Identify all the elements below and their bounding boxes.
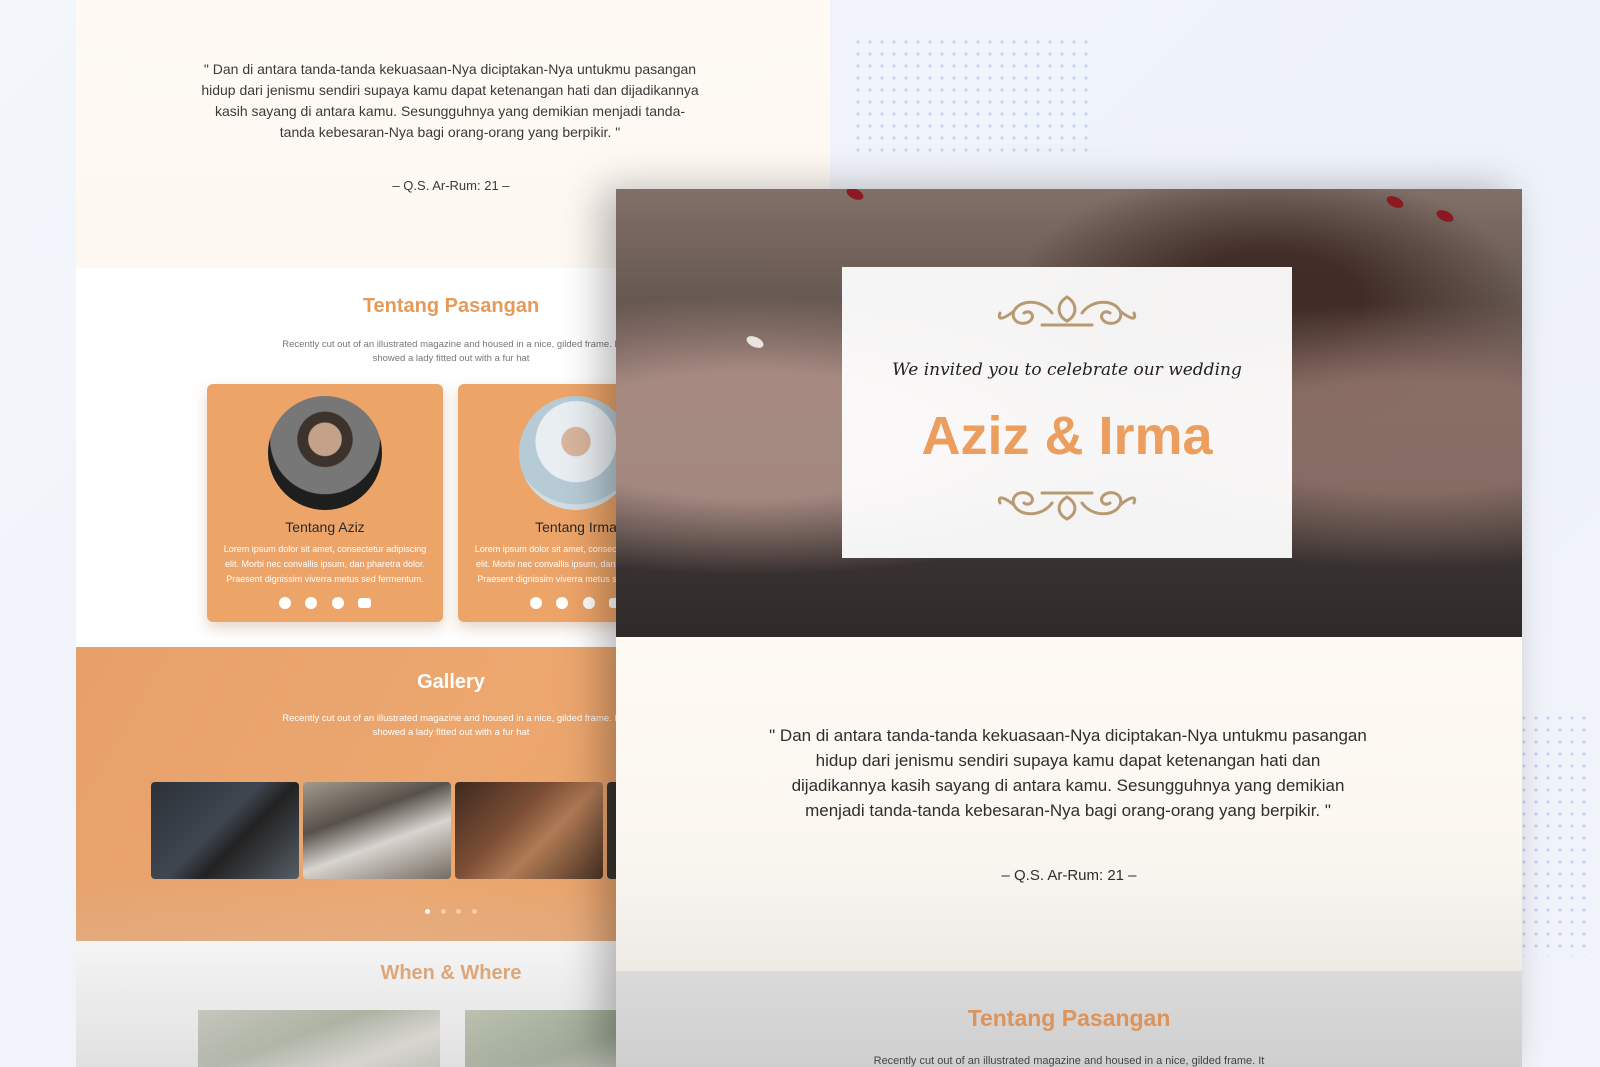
section-subtitle-couple: Recently cut out of an illustrated magaz… (873, 1055, 1265, 1067)
profile-description: Lorem ipsum dolor sit amet, consectetur … (223, 544, 427, 584)
telegram-icon[interactable] (582, 597, 595, 609)
gallery-image[interactable] (151, 782, 299, 879)
carousel-dot[interactable] (456, 909, 462, 914)
couple-names-title: Aziz & Irma (921, 406, 1213, 466)
gallery-image[interactable] (303, 782, 451, 879)
ornament-flourish-icon (997, 491, 1137, 521)
section-subtitle-couple: Recently cut out of an illustrated magaz… (282, 339, 620, 364)
petal-decoration (1434, 207, 1456, 225)
petal-decoration (744, 333, 766, 351)
section-title-couple: Tentang Pasangan (967, 1005, 1171, 1031)
telegram-icon[interactable] (331, 597, 344, 609)
quote-section: " Dan di antara tanda-tanda kekuasaan-Ny… (616, 637, 1522, 971)
quote-text: " Dan di antara tanda-tanda kekuasaan-Ny… (769, 726, 1367, 820)
front-page-preview: We invited you to celebrate our wedding … (616, 189, 1522, 1067)
facebook-icon[interactable] (529, 597, 542, 609)
instagram-icon[interactable] (556, 597, 569, 609)
petal-decoration (844, 189, 866, 203)
venue-image (198, 1010, 440, 1067)
youtube-icon[interactable] (358, 598, 372, 608)
decorative-dot-grid (852, 36, 1092, 156)
ornament-flourish-icon (997, 295, 1137, 327)
carousel-dot[interactable] (440, 909, 446, 914)
social-links (207, 596, 443, 614)
instagram-icon[interactable] (305, 597, 318, 609)
invitation-tagline: We invited you to celebrate our wedding (892, 360, 1242, 380)
quote-text: " Dan di antara tanda-tanda kekuasaan-Ny… (201, 61, 699, 140)
profile-card-aziz: Tentang Aziz Lorem ipsum dolor sit amet,… (207, 384, 443, 622)
carousel-dot[interactable] (471, 909, 477, 914)
couple-section: Tentang Pasangan Recently cut out of an … (616, 971, 1522, 1067)
facebook-icon[interactable] (278, 597, 291, 609)
section-subtitle-gallery: Recently cut out of an illustrated magaz… (282, 713, 620, 738)
hero-section: We invited you to celebrate our wedding … (616, 189, 1522, 637)
profile-name: Tentang Aziz (285, 519, 365, 535)
petal-decoration (1384, 193, 1406, 211)
quote-source: – Q.S. Ar-Rum: 21 – (1001, 867, 1137, 884)
carousel-dot[interactable] (425, 909, 431, 914)
avatar (268, 396, 382, 510)
gallery-image[interactable] (455, 782, 603, 879)
decorative-dot-grid (1518, 712, 1590, 957)
invitation-card: We invited you to celebrate our wedding … (842, 267, 1292, 558)
